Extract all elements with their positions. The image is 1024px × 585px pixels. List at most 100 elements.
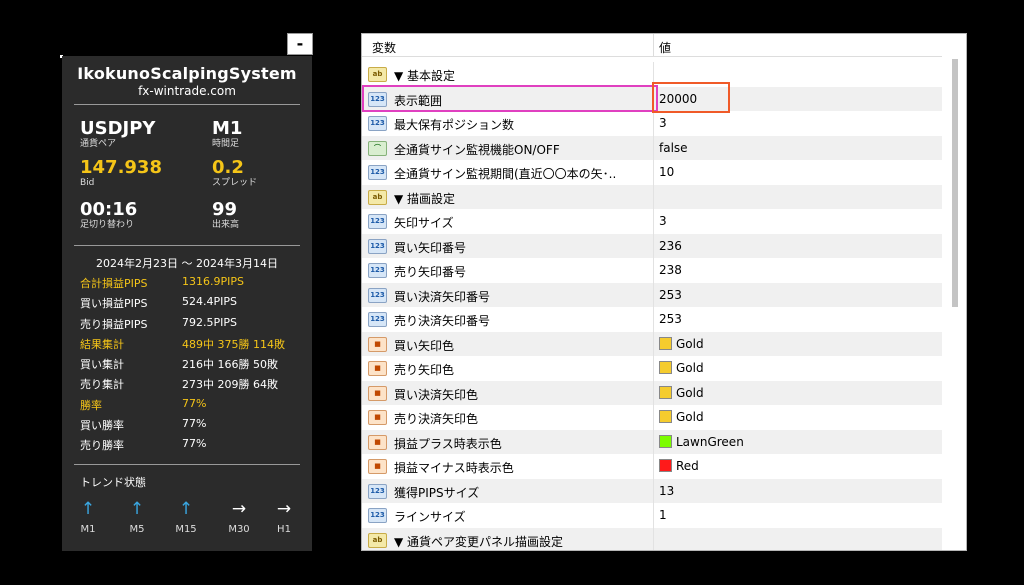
property-name: 買い決済矢印色 [394, 387, 479, 402]
property-row[interactable]: 123 売り決済矢印番号 253 [362, 307, 942, 332]
property-value-text: 238 [659, 263, 682, 277]
property-row[interactable]: 123 売り矢印番号 238 [362, 258, 942, 283]
boolean-type-icon: ⌒ [368, 140, 387, 156]
scrollbar-thumb[interactable] [952, 59, 958, 307]
arrow-up-icon: ↑ [129, 499, 145, 519]
integer-type-icon: 123 [368, 214, 387, 229]
stats-row: 売り損益PIPS 792.5PIPS [80, 314, 300, 334]
vertical-scrollbar[interactable] [945, 34, 966, 550]
property-row[interactable]: ■ 買い決済矢印色 Gold [362, 380, 942, 405]
trend-m5: ↑ M5 [117, 499, 157, 535]
property-row[interactable]: 123 矢印サイズ 3 [362, 209, 942, 234]
spread-value: 0.2 [212, 157, 244, 178]
property-row[interactable]: ■ 損益マイナス時表示色 Red [362, 454, 942, 479]
property-value-text: 253 [659, 287, 682, 302]
property-row[interactable]: ■ 売り矢印色 Gold [362, 356, 942, 381]
divider [74, 104, 300, 105]
symbol-value: USDJPY [80, 118, 156, 139]
bid-stat: 147.938 Bid [80, 158, 162, 189]
property-name: 買い決済矢印番号 [394, 289, 491, 304]
column-separator [653, 233, 654, 258]
property-value[interactable]: Gold [659, 410, 704, 424]
property-name: 売り矢印番号 [394, 265, 467, 279]
property-row[interactable]: 123 最大保有ポジション数 3 [362, 111, 942, 136]
stats-row: 売り勝率 77% [80, 435, 300, 455]
property-value-text: 13 [659, 483, 675, 498]
property-value[interactable]: Gold [659, 361, 704, 375]
minimize-button[interactable]: - [287, 33, 313, 55]
property-value[interactable]: 10 [659, 165, 674, 179]
column-separator [653, 454, 654, 479]
property-row[interactable]: ■ 損益プラス時表示色 LawnGreen [362, 429, 942, 454]
column-variable-header[interactable]: 変数 [372, 39, 396, 56]
property-value[interactable]: 253 [659, 288, 682, 302]
property-row[interactable]: 123 全通貨サイン監視期間(直近〇〇本の矢･.. 10 [362, 160, 942, 185]
stats-value: 1316.9PIPS [182, 275, 244, 288]
stats-key: 買い損益PIPS [80, 297, 148, 311]
property-value-text: false [659, 140, 688, 155]
property-value[interactable]: 238 [659, 263, 682, 277]
grid-header: 変数 値 [362, 34, 942, 57]
stats-row: 買い損益PIPS 524.4PIPS [80, 293, 300, 313]
property-value[interactable]: false [659, 141, 688, 155]
column-separator [653, 356, 654, 381]
property-row[interactable]: 123 獲得PIPSサイズ 13 [362, 478, 942, 503]
column-separator [653, 184, 654, 209]
property-name: 売り決済矢印色 [394, 412, 479, 426]
property-value-text: Gold [676, 336, 704, 351]
property-value[interactable]: 3 [659, 116, 667, 130]
column-separator[interactable] [653, 34, 654, 57]
property-name: 損益マイナス時表示色 [394, 461, 514, 475]
grid-rows: ab ▼ 基本設定 123 表示範囲 20000 123 最大保有ポジション数 3 ⌒ 全通貨サイ… [362, 62, 942, 550]
property-value[interactable]: 253 [659, 312, 682, 326]
property-row[interactable]: ■ 売り決済矢印色 Gold [362, 405, 942, 430]
column-separator [653, 380, 654, 405]
column-separator [653, 331, 654, 356]
column-separator [653, 282, 654, 307]
volume-value: 99 [212, 199, 238, 220]
property-row[interactable]: ■ 買い矢印色 Gold [362, 331, 942, 356]
panel-site: fx-wintrade.com [138, 84, 236, 98]
stats-row: 売り集計 273中 209勝 64敗 [80, 374, 300, 394]
property-row[interactable]: ⌒ 全通貨サイン監視機能ON/OFF false [362, 135, 942, 160]
property-name: 買い矢印番号 [394, 240, 467, 255]
string-type-icon: ab [368, 189, 387, 205]
trend-title: トレンド状態 [80, 476, 146, 489]
color-swatch [659, 434, 672, 448]
color-swatch [659, 361, 672, 374]
property-row[interactable]: ab ▼ 描画設定 [362, 184, 942, 209]
color-type-icon: ■ [368, 410, 387, 425]
property-value[interactable]: 13 [659, 484, 674, 498]
stats-key: 合計損益PIPS [80, 277, 148, 290]
property-name: 売り決済矢印番号 [394, 314, 491, 328]
property-value[interactable]: Red [659, 459, 699, 473]
stats-row: 買い集計 216中 166勝 50敗 [80, 354, 300, 374]
property-row[interactable]: ab ▼ 通貨ペア変更パネル描画設定 [362, 527, 942, 550]
stats-row: 買い勝率 77% [80, 415, 300, 435]
property-value[interactable]: Gold [659, 336, 704, 351]
column-separator [653, 503, 654, 528]
property-name: 買い矢印色 [394, 338, 455, 353]
property-value-text: Gold [676, 361, 704, 375]
property-value[interactable]: Gold [659, 385, 704, 400]
column-separator [653, 405, 654, 430]
trend-timeframe: M15 [175, 524, 197, 535]
property-name: 獲得PIPSサイズ [394, 485, 480, 500]
property-row[interactable]: 123 ラインサイズ 1 [362, 503, 942, 528]
property-name: 全通貨サイン監視期間(直近〇〇本の矢･.. [394, 167, 617, 181]
property-value[interactable]: 236 [659, 239, 682, 253]
arrow-up-icon: ↑ [80, 499, 96, 519]
property-value[interactable]: LawnGreen [659, 434, 744, 449]
trend-h1: → H1 [264, 499, 304, 535]
property-row[interactable]: 123 買い決済矢印番号 253 [362, 282, 942, 307]
property-row[interactable]: 123 買い矢印番号 236 [362, 233, 942, 258]
column-value-header[interactable]: 値 [659, 39, 671, 56]
property-value[interactable]: 3 [659, 214, 667, 228]
stats-key: 売り勝率 [80, 439, 124, 453]
color-swatch [659, 459, 672, 472]
property-value-text: 3 [659, 214, 667, 228]
integer-type-icon: 123 [368, 483, 387, 499]
stats-row: 勝率 77% [80, 395, 300, 415]
property-value-text: 236 [659, 238, 682, 253]
property-value[interactable]: 1 [659, 508, 667, 522]
